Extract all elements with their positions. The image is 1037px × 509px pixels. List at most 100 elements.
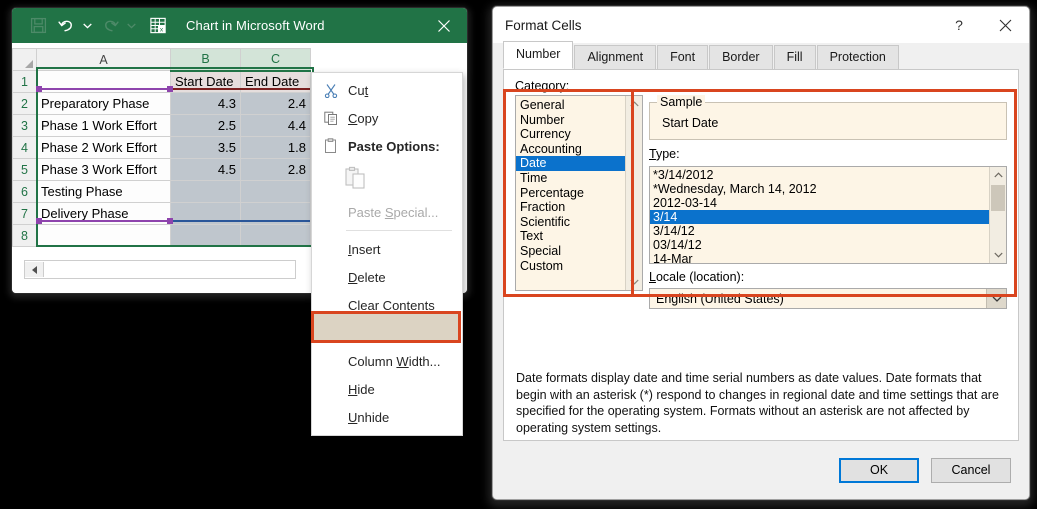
category-item-currency[interactable]: Currency <box>516 127 625 142</box>
scroll-left-arrow-icon[interactable] <box>25 262 44 277</box>
row-header-3[interactable]: 3 <box>12 114 37 137</box>
cell-c5[interactable]: 2.8 <box>240 158 311 181</box>
context-menu-label-cut: Cut <box>348 82 369 98</box>
type-item-1[interactable]: *Wednesday, March 14, 2012 <box>650 182 989 196</box>
cell-a6[interactable]: Testing Phase <box>36 180 171 203</box>
scroll-down-arrow-icon[interactable] <box>626 274 642 290</box>
type-item-3[interactable]: 3/14 <box>650 210 989 224</box>
type-scrollbar[interactable] <box>989 167 1006 263</box>
cell-c6[interactable] <box>240 180 311 203</box>
tab-number[interactable]: Number <box>503 41 574 69</box>
cell-a3[interactable]: Phase 1 Work Effort <box>36 114 171 137</box>
context-menu-label-hide: Hide <box>348 381 375 397</box>
context-menu-label-format-cells: Format Cells... <box>348 325 433 341</box>
edit-data-in-excel-icon[interactable]: x <box>145 13 171 39</box>
tab-border[interactable]: Border <box>709 45 773 69</box>
save-icon[interactable] <box>25 13 51 39</box>
cell-b8[interactable] <box>170 224 241 247</box>
type-item-5[interactable]: 03/14/12 <box>650 238 989 252</box>
cell-b3[interactable]: 2.5 <box>170 114 241 137</box>
scroll-down-arrow-icon[interactable] <box>990 247 1006 263</box>
ok-button[interactable]: OK <box>839 458 919 483</box>
category-item-accounting[interactable]: Accounting <box>516 142 625 157</box>
paste-button[interactable] <box>312 160 462 198</box>
row-header-7[interactable]: 7 <box>12 202 37 225</box>
horizontal-scrollbar[interactable] <box>24 260 296 279</box>
undo-dropdown-icon[interactable] <box>81 13 94 39</box>
cell-c4[interactable]: 1.8 <box>240 136 311 159</box>
close-icon[interactable] <box>983 7 1027 43</box>
type-list[interactable]: *3/14/2012 *Wednesday, March 14, 2012 20… <box>650 167 989 263</box>
row-header-5[interactable]: 5 <box>12 158 37 181</box>
cell-c7[interactable] <box>240 202 311 225</box>
cell-a7[interactable]: Delivery Phase <box>36 202 171 225</box>
context-menu-item-clear-contents[interactable]: Clear Contents <box>312 291 462 319</box>
scroll-up-arrow-icon[interactable] <box>626 96 642 112</box>
category-list[interactable]: General Number Currency Accounting Date … <box>516 96 625 290</box>
scroll-up-arrow-icon[interactable] <box>990 167 1006 183</box>
cell-c8[interactable] <box>240 224 311 247</box>
cell-b5[interactable]: 4.5 <box>170 158 241 181</box>
tab-fill[interactable]: Fill <box>773 45 816 69</box>
cell-c3[interactable]: 4.4 <box>240 114 311 137</box>
cell-b7[interactable] <box>170 202 241 225</box>
row-header-1[interactable]: 1 <box>12 70 37 93</box>
category-item-date[interactable]: Date <box>516 156 625 171</box>
type-item-6[interactable]: 14-Mar <box>650 252 989 263</box>
cell-b6[interactable] <box>170 180 241 203</box>
category-item-fraction[interactable]: Fraction <box>516 200 625 215</box>
cell-b4[interactable]: 3.5 <box>170 136 241 159</box>
context-menu-item-hide[interactable]: Hide <box>312 375 462 403</box>
category-item-general[interactable]: General <box>516 98 625 113</box>
category-item-text[interactable]: Text <box>516 229 625 244</box>
cell-a4[interactable]: Phase 2 Work Effort <box>36 136 171 159</box>
cell-b2[interactable]: 4.3 <box>170 92 241 115</box>
excel-close-button[interactable] <box>421 8 467 43</box>
type-listbox[interactable]: *3/14/2012 *Wednesday, March 14, 2012 20… <box>649 166 1007 264</box>
type-scroll-thumb[interactable] <box>991 185 1005 211</box>
category-item-number[interactable]: Number <box>516 113 625 128</box>
row-header-6[interactable]: 6 <box>12 180 37 203</box>
cell-a8[interactable] <box>36 224 171 247</box>
context-menu-item-format-cells[interactable]: Format Cells... <box>312 319 462 347</box>
column-header-c[interactable]: C <box>240 48 311 72</box>
type-item-4[interactable]: 3/14/12 <box>650 224 989 238</box>
category-item-time[interactable]: Time <box>516 171 625 186</box>
column-header-a[interactable]: A <box>36 48 171 71</box>
type-item-2[interactable]: 2012-03-14 <box>650 196 989 210</box>
category-item-percentage[interactable]: Percentage <box>516 186 625 201</box>
chevron-down-icon[interactable] <box>986 289 1006 308</box>
tab-alignment[interactable]: Alignment <box>574 45 657 69</box>
cell-a2[interactable]: Preparatory Phase <box>36 92 171 115</box>
copy-icon <box>318 111 344 126</box>
excel-titlebar: x Chart in Microsoft Word <box>12 8 467 43</box>
cell-a5[interactable]: Phase 3 Work Effort <box>36 158 171 181</box>
tab-protection[interactable]: Protection <box>816 45 899 69</box>
locale-dropdown[interactable]: English (United States) <box>649 288 1007 309</box>
context-menu-item-delete[interactable]: Delete <box>312 263 462 291</box>
cell-b1[interactable]: Start Date <box>170 70 241 93</box>
context-menu-item-insert[interactable]: Insert <box>312 235 462 263</box>
row-header-8[interactable]: 8 <box>12 224 37 247</box>
select-all-corner[interactable] <box>12 48 37 71</box>
category-item-special[interactable]: Special <box>516 244 625 259</box>
tab-font[interactable]: Font <box>657 45 709 69</box>
category-scrollbar[interactable] <box>625 96 642 290</box>
cancel-button[interactable]: Cancel <box>931 458 1011 483</box>
category-listbox[interactable]: General Number Currency Accounting Date … <box>515 95 643 291</box>
row-header-2[interactable]: 2 <box>12 92 37 115</box>
help-icon[interactable]: ? <box>937 7 981 43</box>
type-item-0[interactable]: *3/14/2012 <box>650 168 989 182</box>
column-header-b[interactable]: B <box>170 48 241 72</box>
context-menu-item-unhide[interactable]: Unhide <box>312 403 462 431</box>
cell-c2[interactable]: 2.4 <box>240 92 311 115</box>
context-menu-item-copy[interactable]: Copy <box>312 104 462 132</box>
category-item-custom[interactable]: Custom <box>516 259 625 274</box>
context-menu-item-cut[interactable]: Cut <box>312 76 462 104</box>
undo-icon[interactable] <box>53 13 79 39</box>
cell-c1[interactable]: End Date <box>240 70 311 93</box>
cell-a1[interactable] <box>36 70 171 93</box>
row-header-4[interactable]: 4 <box>12 136 37 159</box>
category-item-scientific[interactable]: Scientific <box>516 215 625 230</box>
context-menu-item-column-width[interactable]: Column Width... <box>312 347 462 375</box>
